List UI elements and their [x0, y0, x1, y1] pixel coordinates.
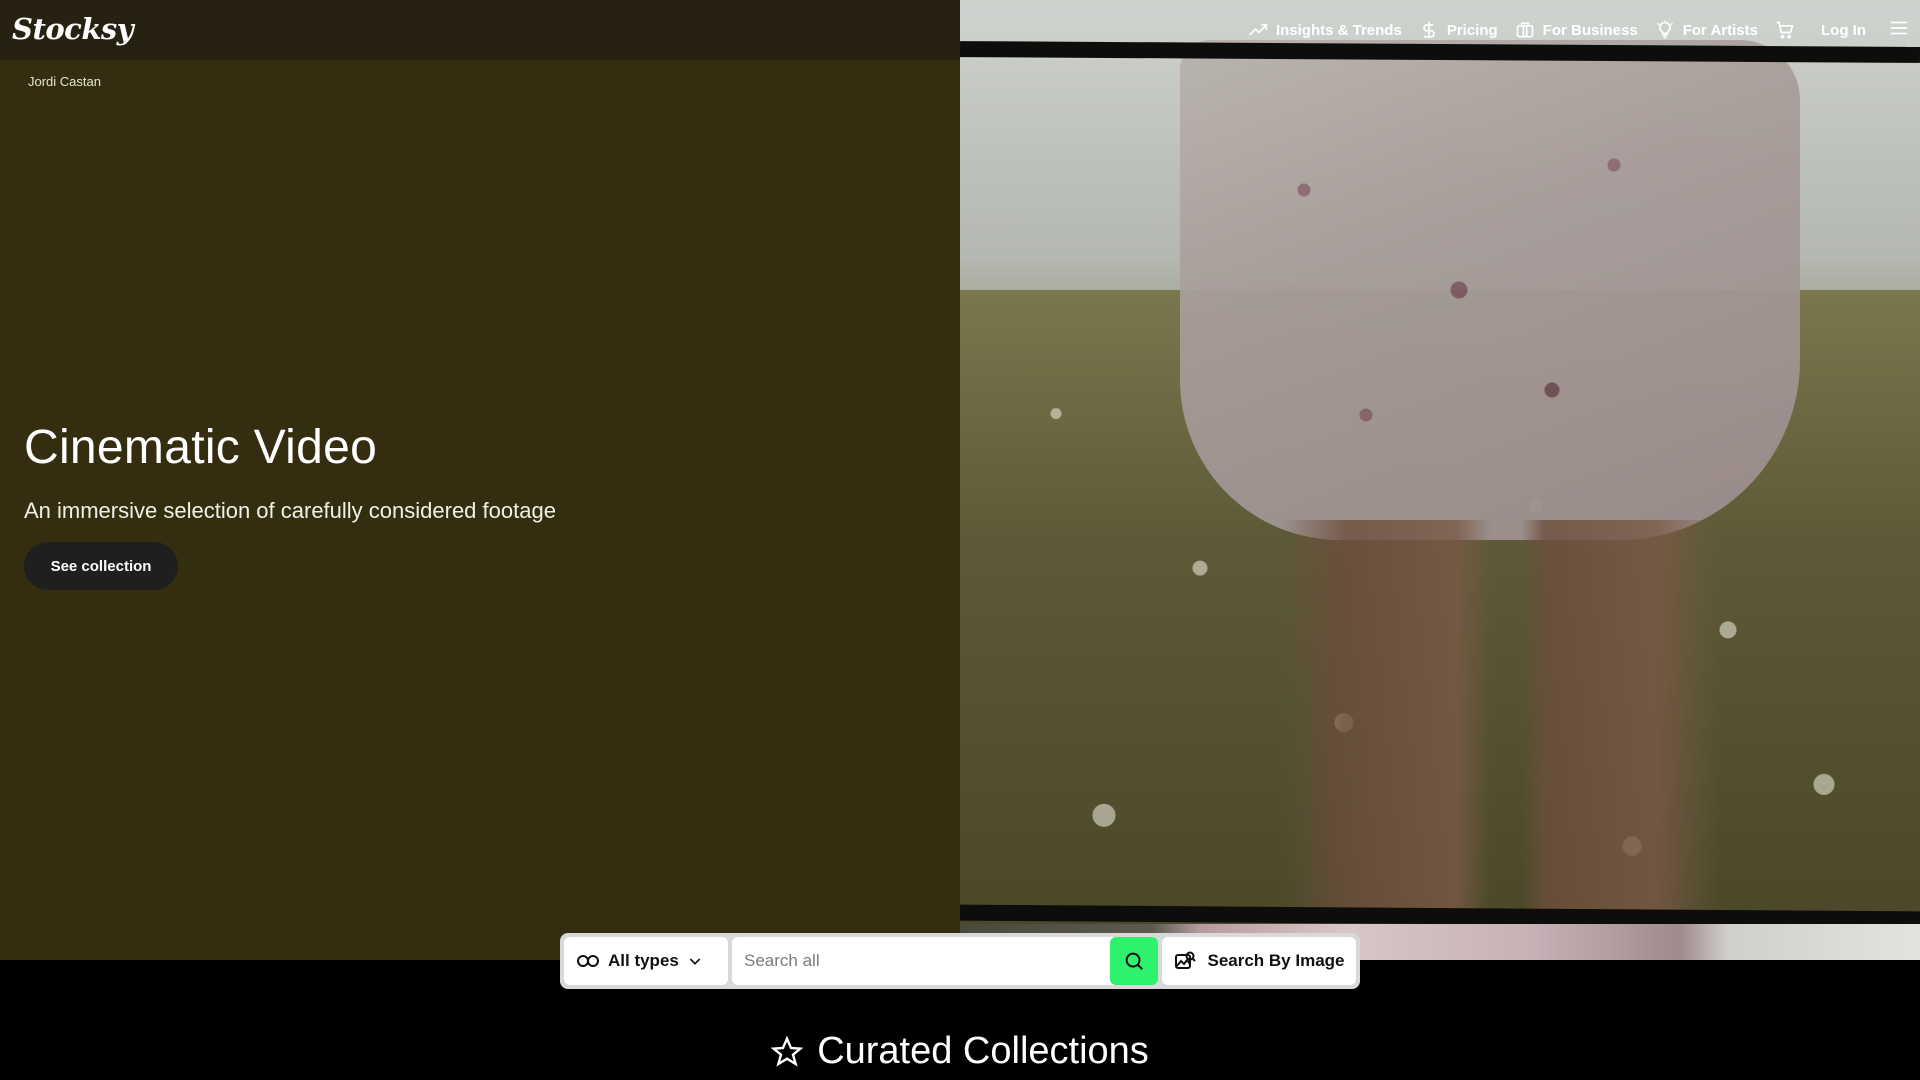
curated-collections-heading: Curated Collections — [0, 1030, 1920, 1073]
search-input[interactable] — [744, 951, 1146, 971]
search-bar: All types Search By Image — [560, 933, 1360, 989]
nav-item-label: Pricing — [1446, 21, 1498, 39]
section-title: Curated Collections — [817, 1030, 1149, 1072]
hamburger-menu-icon — [1890, 21, 1908, 34]
dollar-icon — [1423, 21, 1435, 39]
photo-credit[interactable]: Jordi Castan — [28, 74, 101, 89]
cart-button[interactable] — [1775, 20, 1795, 40]
nav-background — [0, 0, 960, 60]
image-search-icon — [1175, 951, 1197, 969]
nav-item-label: Insights & Trends — [1275, 21, 1402, 39]
lightbulb-icon — [1656, 20, 1673, 39]
see-collection-button[interactable]: See collection — [24, 542, 178, 590]
nav-item-business[interactable]: For Business — [1515, 20, 1638, 40]
photo-legs — [1280, 520, 1720, 910]
search-by-image-button[interactable]: Search By Image — [1162, 937, 1356, 985]
nav-item-pricing[interactable]: Pricing — [1419, 20, 1498, 40]
menu-button[interactable] — [1888, 17, 1910, 44]
hero-video-frame — [960, 0, 1920, 960]
hero-section: Jordi Castan Cinematic Video An immersiv… — [0, 0, 1920, 960]
nav-menu: Insights & Trends Pricing For Business F… — [1248, 0, 1920, 60]
nav-item-label: For Business — [1542, 21, 1638, 39]
hero-title: Cinematic Video — [24, 421, 378, 474]
nav-item-label: For Artists — [1682, 21, 1758, 39]
star-icon — [771, 1035, 804, 1067]
search-by-image-label: Search By Image — [1207, 951, 1345, 970]
stocksy-logo[interactable]: Stocksy — [12, 12, 134, 46]
hero-text-panel — [0, 0, 960, 960]
search-field[interactable] — [732, 937, 1158, 985]
search-submit-button[interactable] — [1110, 937, 1158, 985]
briefcase-icon — [1516, 22, 1534, 38]
chevron-down-icon — [689, 958, 701, 965]
cart-icon — [1776, 21, 1794, 39]
media-type-label: All types — [608, 951, 679, 970]
trending-up-icon — [1249, 24, 1268, 36]
infinity-icon — [577, 955, 599, 967]
photo-floral-dress — [1180, 40, 1800, 540]
login-link[interactable]: Log In — [1821, 22, 1866, 39]
search-icon — [1125, 952, 1143, 970]
nav-item-artists[interactable]: For Artists — [1655, 20, 1758, 40]
hero-subtitle: An immersive selection of carefully cons… — [24, 498, 556, 523]
top-navigation: Stocksy Insights & Trends Pricing For Bu… — [0, 0, 1920, 60]
nav-item-insights[interactable]: Insights & Trends — [1248, 20, 1402, 40]
media-type-dropdown[interactable]: All types — [564, 937, 728, 985]
